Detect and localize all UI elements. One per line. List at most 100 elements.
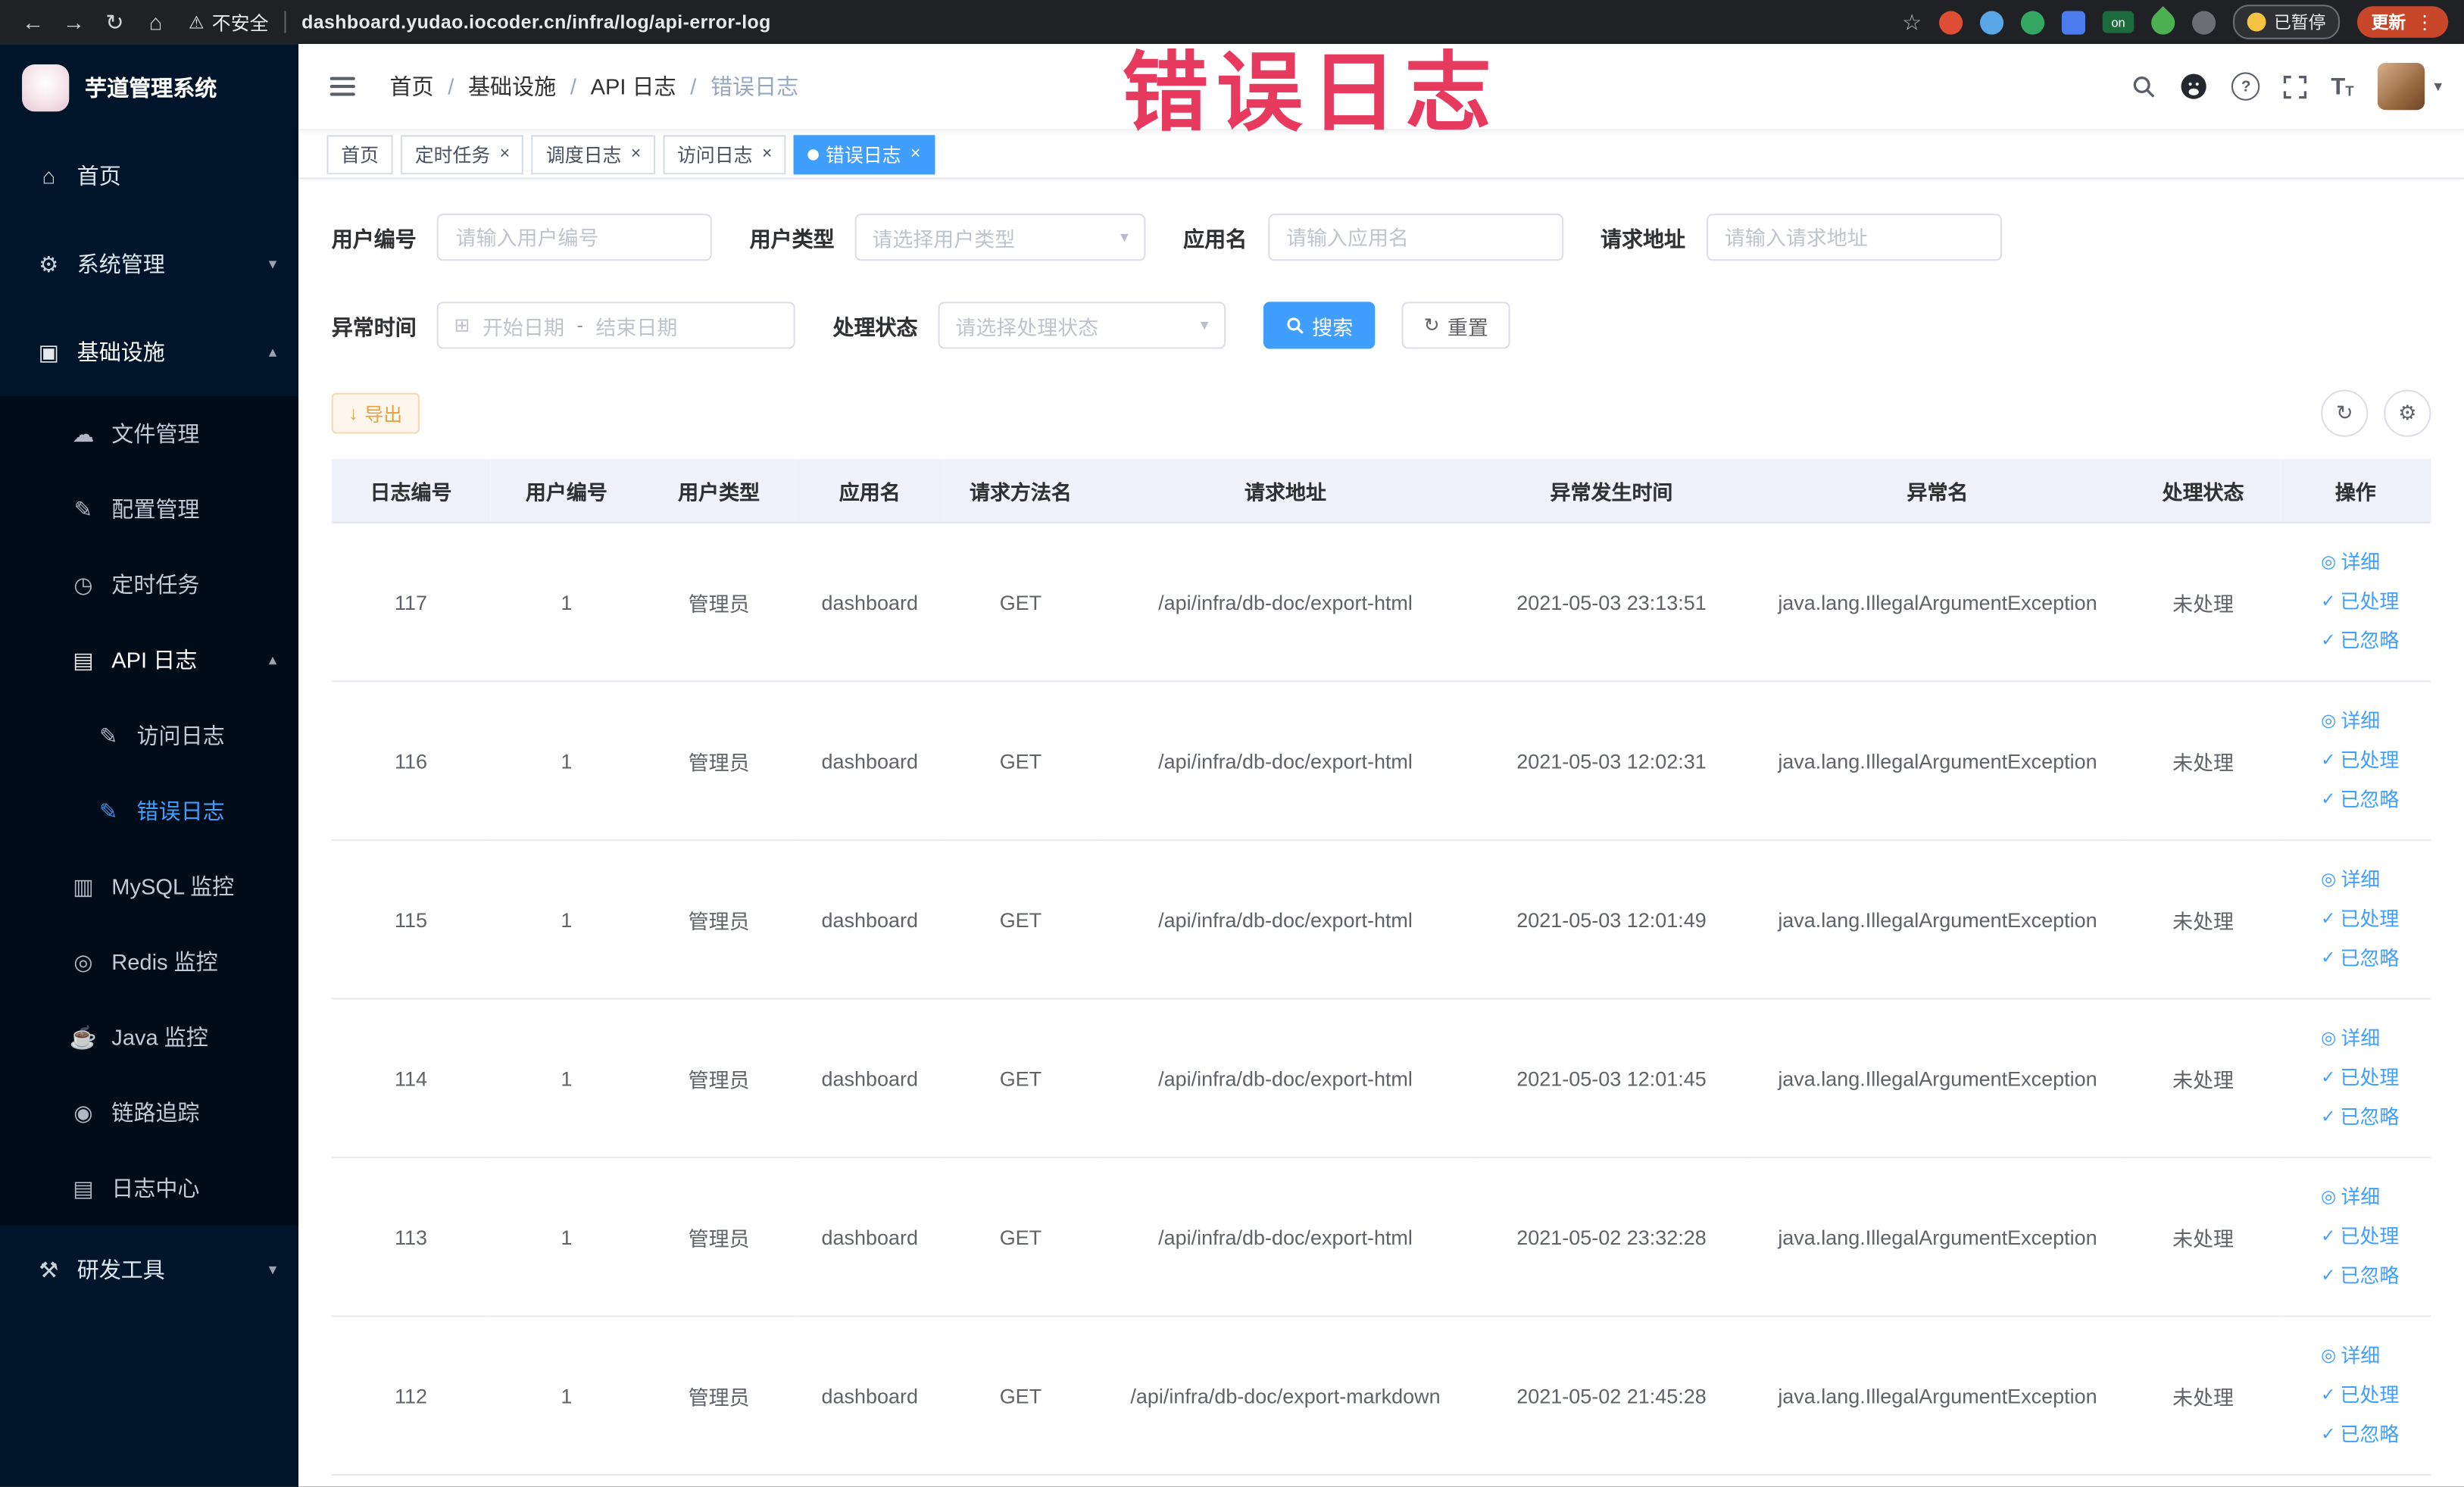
sidebar-item-link-trace[interactable]: ◉ 链路追踪	[0, 1075, 298, 1151]
tab-dispatch-log[interactable]: 调度日志 ×	[532, 134, 655, 174]
sidebar-item-java-monitor[interactable]: ☕ Java 监控	[0, 999, 298, 1075]
browser-update-button[interactable]: 更新 ⋮	[2356, 6, 2449, 38]
mark-processed-link[interactable]: ✓ 已处理	[2321, 583, 2431, 622]
close-icon[interactable]: ×	[910, 145, 920, 163]
sidebar-item-system[interactable]: ⚙ 系统管理 ▾	[0, 220, 298, 308]
sidebar-item-label: 链路追踪	[111, 1100, 200, 1126]
monitor-icon: ▥	[73, 873, 94, 898]
sidebar-item-file-management[interactable]: ☁ 文件管理	[0, 396, 298, 472]
search-button[interactable]: 搜索	[1263, 301, 1376, 349]
process-status-select[interactable]: 请选择处理状态 ▾	[938, 301, 1226, 349]
cell-request-url: /api/infra/db-doc/export-html	[1097, 522, 1474, 683]
detail-link[interactable]: ◎ 详细	[2321, 543, 2431, 583]
mark-processed-link[interactable]: ✓ 已处理	[2321, 741, 2431, 780]
refresh-button[interactable]: ↻	[2321, 389, 2369, 437]
tab-error-log[interactable]: 错误日志 ×	[794, 134, 935, 174]
home-icon: ⌂	[42, 163, 56, 189]
sidebar-item-scheduled-jobs[interactable]: ◷ 定时任务	[0, 547, 298, 623]
search-icon	[1287, 317, 1304, 334]
help-icon[interactable]: ?	[2231, 72, 2260, 101]
fullscreen-icon[interactable]	[2284, 74, 2307, 98]
sidebar-item-mysql-monitor[interactable]: ▥ MySQL 监控	[0, 848, 298, 924]
sidebar-item-api-log[interactable]: ▤ API 日志 ▴	[0, 623, 298, 698]
exception-time-range-picker[interactable]: ⊞ 开始日期 - 结束日期	[436, 301, 795, 349]
mark-processed-link[interactable]: ✓ 已处理	[2321, 1058, 2431, 1098]
cell-request-url: /api/infra/db-doc/export-html	[1097, 998, 1474, 1158]
sidebar-item-label: 基础设施	[77, 339, 165, 365]
mark-processed-link[interactable]: ✓ 已处理	[2321, 1376, 2431, 1415]
mark-ignored-link[interactable]: ✓ 已忽略	[2321, 780, 2431, 820]
browser-toolbar-right: ☆ on 已暂停 更新 ⋮	[1902, 5, 2449, 39]
mark-processed-link[interactable]: ✓ 已处理	[2321, 900, 2431, 939]
breadcrumb-api-log[interactable]: API 日志	[591, 70, 676, 102]
extension-icon-blue-drop[interactable]	[1979, 10, 2004, 34]
breadcrumb-infra[interactable]: 基础设施	[468, 70, 556, 102]
sidebar-item-log-center[interactable]: ▤ 日志中心	[0, 1151, 298, 1226]
breadcrumb: 首页 / 基础设施 / API 日志 / 错误日志	[390, 70, 799, 102]
detail-link[interactable]: ◎ 详细	[2321, 701, 2431, 741]
mark-processed-link[interactable]: ✓ 已处理	[2321, 1217, 2431, 1257]
close-icon[interactable]: ×	[762, 145, 772, 163]
detail-link[interactable]: ◎ 详细	[2321, 1178, 2431, 1217]
mark-ignored-link[interactable]: ✓ 已忽略	[2321, 1415, 2431, 1454]
extension-icon-green-circle[interactable]	[2020, 10, 2045, 34]
app-name-input[interactable]	[1267, 214, 1563, 261]
browser-back-button[interactable]: ←	[16, 0, 51, 44]
tab-scheduled-jobs[interactable]: 定时任务 ×	[401, 134, 524, 174]
tab-home[interactable]: 首页	[326, 134, 393, 174]
extension-icon-blue-grid[interactable]	[2061, 10, 2085, 34]
sidebar-item-infra[interactable]: ▣ 基础设施 ▴	[0, 308, 298, 396]
breadcrumb-home[interactable]: 首页	[390, 70, 434, 102]
sidebar-item-home[interactable]: ⌂ 首页	[0, 132, 298, 220]
cell-status: 未处理	[2125, 1157, 2281, 1317]
github-icon[interactable]	[2180, 72, 2208, 100]
user-id-input[interactable]	[436, 214, 712, 261]
sidebar-item-config-management[interactable]: ✎ 配置管理	[0, 471, 298, 547]
cell-exception-name: java.lang.IllegalArgumentException	[1749, 839, 2126, 1000]
tab-access-log[interactable]: 访问日志 ×	[663, 134, 787, 174]
detail-link[interactable]: ◎ 详细	[2321, 1336, 2431, 1376]
sidebar-item-access-log[interactable]: ✎ 访问日志	[0, 698, 298, 773]
chevron-down-icon: ▾	[2434, 77, 2442, 95]
extension-icon-leaf[interactable]	[2146, 5, 2180, 39]
column-settings-button[interactable]: ⚙	[2384, 389, 2431, 437]
mark-ignored-link[interactable]: ✓ 已忽略	[2321, 1098, 2431, 1137]
cell-log-id: 113	[331, 1157, 491, 1317]
mark-ignored-link[interactable]: ✓ 已忽略	[2321, 622, 2431, 661]
active-tab-dot	[808, 148, 820, 160]
paused-pill[interactable]: 已暂停	[2233, 5, 2341, 39]
export-button[interactable]: ↓ 导出	[331, 392, 420, 434]
extension-icon-on-badge[interactable]: on	[2102, 11, 2135, 33]
font-size-icon[interactable]: TT	[2331, 75, 2353, 98]
close-icon[interactable]: ×	[500, 145, 510, 163]
browser-home-button[interactable]: ⌂	[139, 0, 173, 44]
user-type-select[interactable]: 请选择用户类型 ▾	[854, 214, 1146, 261]
sidebar-item-devtools[interactable]: ⚒ 研发工具 ▾	[0, 1226, 298, 1314]
logo[interactable]: 芋道管理系统	[0, 44, 298, 132]
detail-link[interactable]: ◎ 详细	[2321, 1019, 2431, 1058]
coffee-icon: ☕	[69, 1023, 98, 1049]
browser-forward-button[interactable]: →	[57, 0, 92, 44]
extension-icon-red[interactable]	[1939, 10, 1963, 34]
sidebar-item-error-log[interactable]: ✎ 错误日志	[0, 773, 298, 849]
table-row: 112 1 管理员 dashboard GET /api/infra/db-do…	[331, 1316, 2431, 1476]
address-bar[interactable]: ⚠ 不安全 dashboard.yudao.iocoder.cn/infra/l…	[189, 8, 771, 35]
cell-user-id: 1	[490, 839, 643, 1000]
bookmark-star-icon[interactable]: ☆	[1902, 8, 1922, 35]
hamburger-icon[interactable]	[323, 69, 361, 104]
cell-status: 未处理	[2125, 839, 2281, 1000]
close-icon[interactable]: ×	[631, 145, 641, 163]
request-url-input[interactable]	[1705, 214, 2002, 261]
emoji-face-icon	[2247, 12, 2266, 32]
sidebar-item-redis-monitor[interactable]: ◎ Redis 监控	[0, 924, 298, 1000]
cell-app-name: dashboard	[795, 681, 945, 841]
reset-button[interactable]: ↻ 重置	[1401, 301, 1510, 349]
mark-ignored-link[interactable]: ✓ 已忽略	[2321, 939, 2431, 979]
mark-ignored-link[interactable]: ✓ 已忽略	[2321, 1257, 2431, 1296]
cell-exception-time: 2021-05-03 12:01:45	[1473, 998, 1750, 1158]
user-menu[interactable]: ▾	[2377, 62, 2442, 111]
detail-link[interactable]: ◎ 详细	[2321, 861, 2431, 900]
browser-reload-button[interactable]: ↻	[98, 0, 133, 44]
extension-icon-paw[interactable]	[2192, 10, 2216, 34]
search-icon[interactable]	[2131, 74, 2156, 99]
